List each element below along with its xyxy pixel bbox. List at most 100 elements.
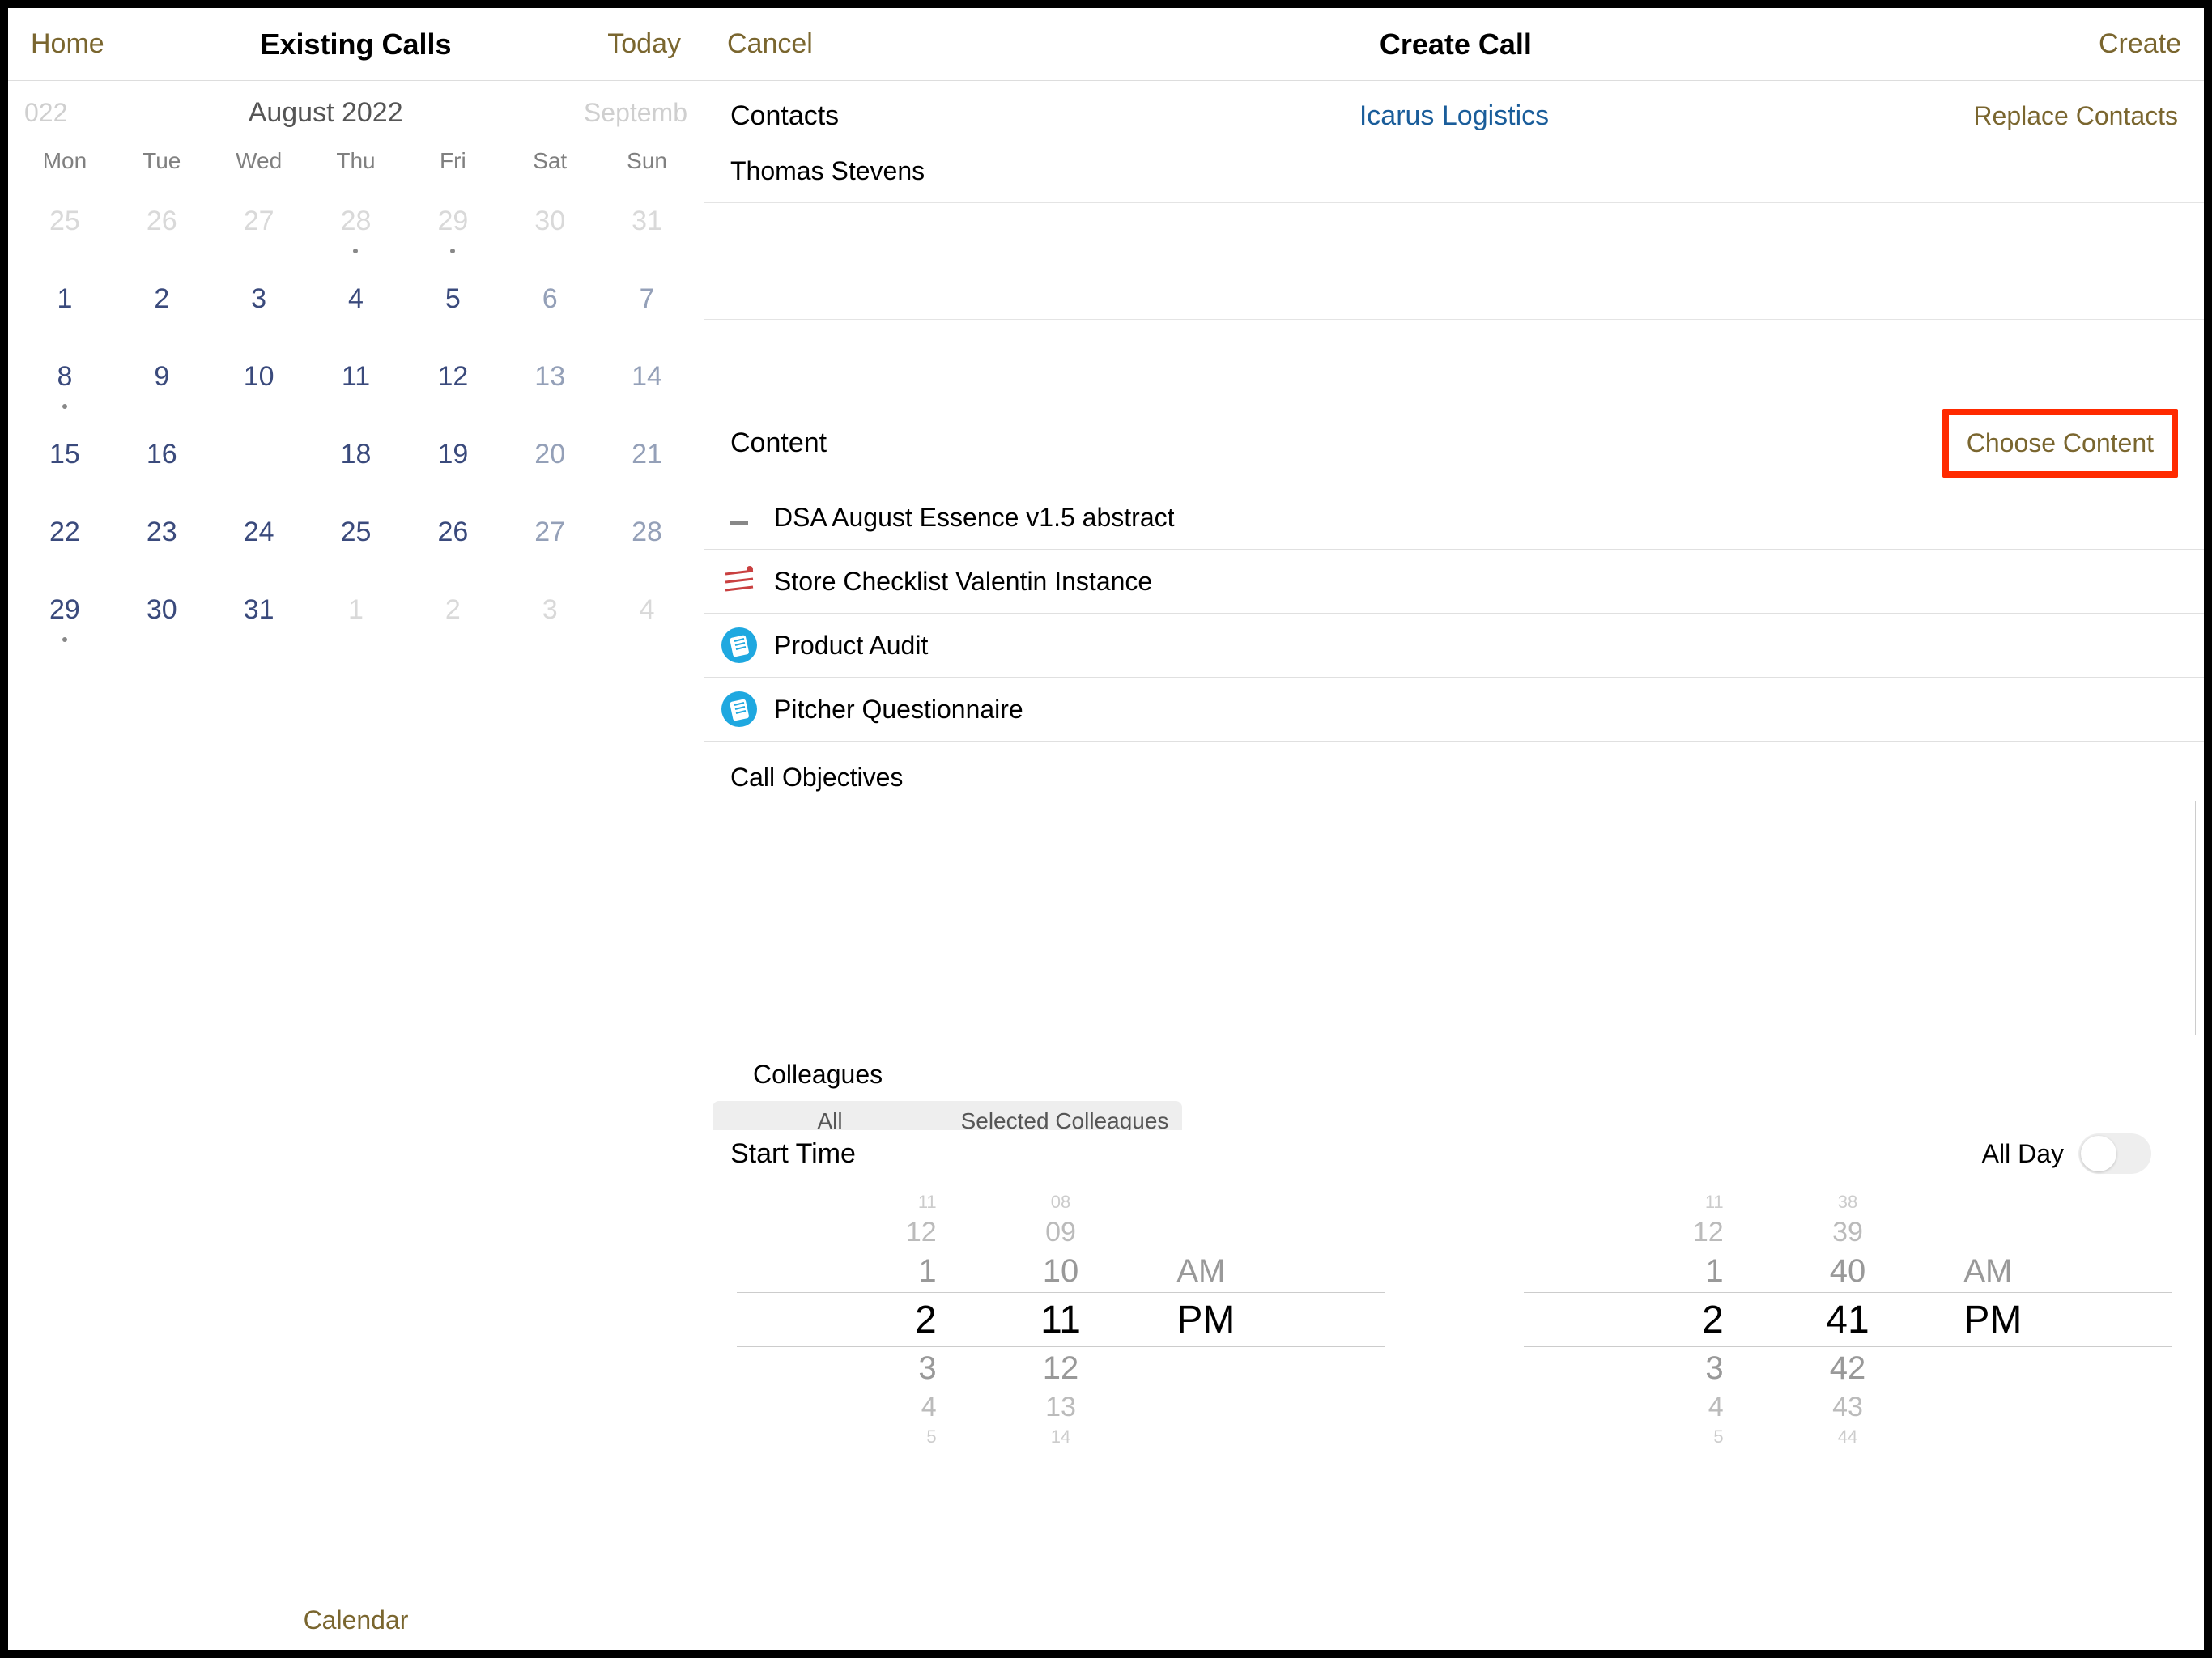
calendar-day[interactable]: 26 [404, 511, 501, 553]
end-time-picker[interactable]: 11381239140AM241PM342443544 [1524, 1190, 2172, 1449]
content-item[interactable]: Store Checklist Valentin Instance [704, 550, 2204, 614]
doc-icon [721, 499, 758, 536]
picker-row[interactable]: 514 [737, 1425, 1385, 1449]
calendar-week: 15161718192021 [16, 433, 696, 475]
calendar-day[interactable]: 6 [501, 278, 598, 320]
calendar-day[interactable]: 4 [598, 589, 696, 631]
picker-row[interactable]: 312 [737, 1347, 1385, 1389]
calendar-tab[interactable]: Calendar [304, 1605, 409, 1635]
calendar-day[interactable]: 11 [308, 355, 405, 397]
home-button[interactable]: Home [31, 28, 104, 60]
dow-cell: Sun [598, 148, 696, 174]
all-day-label: All Day [1982, 1139, 2064, 1169]
calendar-day[interactable]: 19 [404, 433, 501, 475]
audit-icon [721, 691, 758, 728]
calendar-day[interactable]: 30 [501, 200, 598, 242]
month-row: 022 August 2022 Septemb [8, 81, 704, 137]
calendar-day[interactable]: 31 [211, 589, 308, 631]
calendar-day[interactable]: 2 [404, 589, 501, 631]
calendar-day[interactable]: 8 [16, 355, 113, 397]
calendar-day[interactable]: 26 [113, 200, 211, 242]
calendar-day[interactable]: 25 [308, 511, 405, 553]
calendar-day[interactable]: 1 [16, 278, 113, 320]
calendar-day[interactable]: 12 [404, 355, 501, 397]
calendar-day[interactable]: 7 [598, 278, 696, 320]
picker-row[interactable]: 544 [1524, 1425, 2172, 1449]
picker-row[interactable]: 1239 [1524, 1214, 2172, 1250]
calendar-day[interactable]: 10 [211, 355, 308, 397]
calendar-day[interactable]: 2 [113, 278, 211, 320]
audit-icon [721, 627, 758, 664]
calendar-day[interactable]: 16 [113, 433, 211, 475]
dow-cell: Wed [211, 148, 308, 174]
calendar-day[interactable]: 24 [211, 511, 308, 553]
calendar-day[interactable]: 27 [501, 511, 598, 553]
calendar-day[interactable]: 18 [308, 433, 405, 475]
picker-row[interactable]: 140AM [1524, 1250, 2172, 1292]
calendar-day[interactable]: 30 [113, 589, 211, 631]
calendar-day[interactable]: 25 [16, 200, 113, 242]
right-title: Create Call [1380, 28, 1532, 62]
picker-row[interactable]: 1138 [1524, 1190, 2172, 1214]
picker-row[interactable]: 211PM [737, 1292, 1385, 1347]
all-day-group: All Day [1982, 1133, 2151, 1174]
calendar-day[interactable]: 21 [598, 433, 696, 475]
content-header: Content Choose Content [704, 385, 2204, 486]
picker-row[interactable]: 1108 [737, 1190, 1385, 1214]
calendar-day[interactable]: 3 [501, 589, 598, 631]
next-month[interactable]: Septemb [584, 98, 687, 128]
picker-row[interactable]: 110AM [737, 1250, 1385, 1292]
calendar-day[interactable]: 29 [16, 589, 113, 631]
calendar-day[interactable]: 28 [598, 511, 696, 553]
calendar-day[interactable]: 15 [16, 433, 113, 475]
content-item[interactable]: Pitcher Questionnaire [704, 678, 2204, 742]
content-item[interactable]: DSA August Essence v1.5 abstract [704, 486, 2204, 550]
calendar-day[interactable]: 4 [308, 278, 405, 320]
picker-row[interactable]: 241PM [1524, 1292, 2172, 1347]
picker-row[interactable]: 413 [737, 1389, 1385, 1425]
choose-content-button[interactable]: Choose Content [1942, 409, 2178, 478]
calendar-day[interactable]: 20 [501, 433, 598, 475]
create-button[interactable]: Create [2099, 28, 2181, 60]
calendar-day[interactable]: 14 [598, 355, 696, 397]
call-objectives-input[interactable] [713, 801, 2196, 1035]
picker-row[interactable]: 1209 [737, 1214, 1385, 1250]
content-item[interactable]: Product Audit [704, 614, 2204, 678]
calendar-day[interactable]: 23 [113, 511, 211, 553]
calendar-day[interactable]: 29 [404, 200, 501, 242]
dow-cell: Mon [16, 148, 113, 174]
today-button[interactable]: Today [607, 28, 681, 60]
prev-month[interactable]: 022 [24, 98, 67, 128]
calendar-day[interactable]: 22 [16, 511, 113, 553]
replace-contacts-button[interactable]: Replace Contacts [1973, 101, 2178, 131]
cancel-button[interactable]: Cancel [727, 28, 813, 60]
calendar-day[interactable]: 31 [598, 200, 696, 242]
right-header: Cancel Create Call Create [704, 8, 2204, 81]
content-item-label: Pitcher Questionnaire [774, 695, 1023, 725]
left-title: Existing Calls [260, 28, 451, 62]
content-list: DSA August Essence v1.5 abstract Store Ch… [704, 486, 2204, 742]
picker-row[interactable]: 342 [1524, 1347, 2172, 1389]
checklist-icon [721, 563, 758, 600]
start-time-picker[interactable]: 11081209110AM211PM312413514 [737, 1190, 1385, 1449]
calendar-day[interactable]: 13 [501, 355, 598, 397]
company-link[interactable]: Icarus Logistics [1359, 100, 1549, 132]
calendar-day[interactable]: 28 [308, 200, 405, 242]
content-item-label: Store Checklist Valentin Instance [774, 567, 1152, 597]
all-day-toggle[interactable] [2078, 1133, 2151, 1174]
picker-row[interactable]: 443 [1524, 1389, 2172, 1425]
dow-cell: Tue [113, 148, 211, 174]
right-panel: Cancel Create Call Create Contacts Icaru… [704, 8, 2204, 1650]
calendar-day[interactable]: 9 [113, 355, 211, 397]
contacts-label: Contacts [730, 100, 839, 132]
content-item-label: Product Audit [774, 631, 928, 661]
calendar-day[interactable]: 5 [404, 278, 501, 320]
calendar-week: 1234567 [16, 278, 696, 320]
calendar-day[interactable]: 3 [211, 278, 308, 320]
calendar-day[interactable]: 17 [211, 433, 308, 475]
calendar-day[interactable]: 1 [308, 589, 405, 631]
content-item-label: DSA August Essence v1.5 abstract [774, 503, 1175, 533]
calendar-week: 25262728293031 [16, 200, 696, 242]
calendar-day[interactable]: 27 [211, 200, 308, 242]
contact-row[interactable]: Thomas Stevens [704, 140, 2204, 203]
